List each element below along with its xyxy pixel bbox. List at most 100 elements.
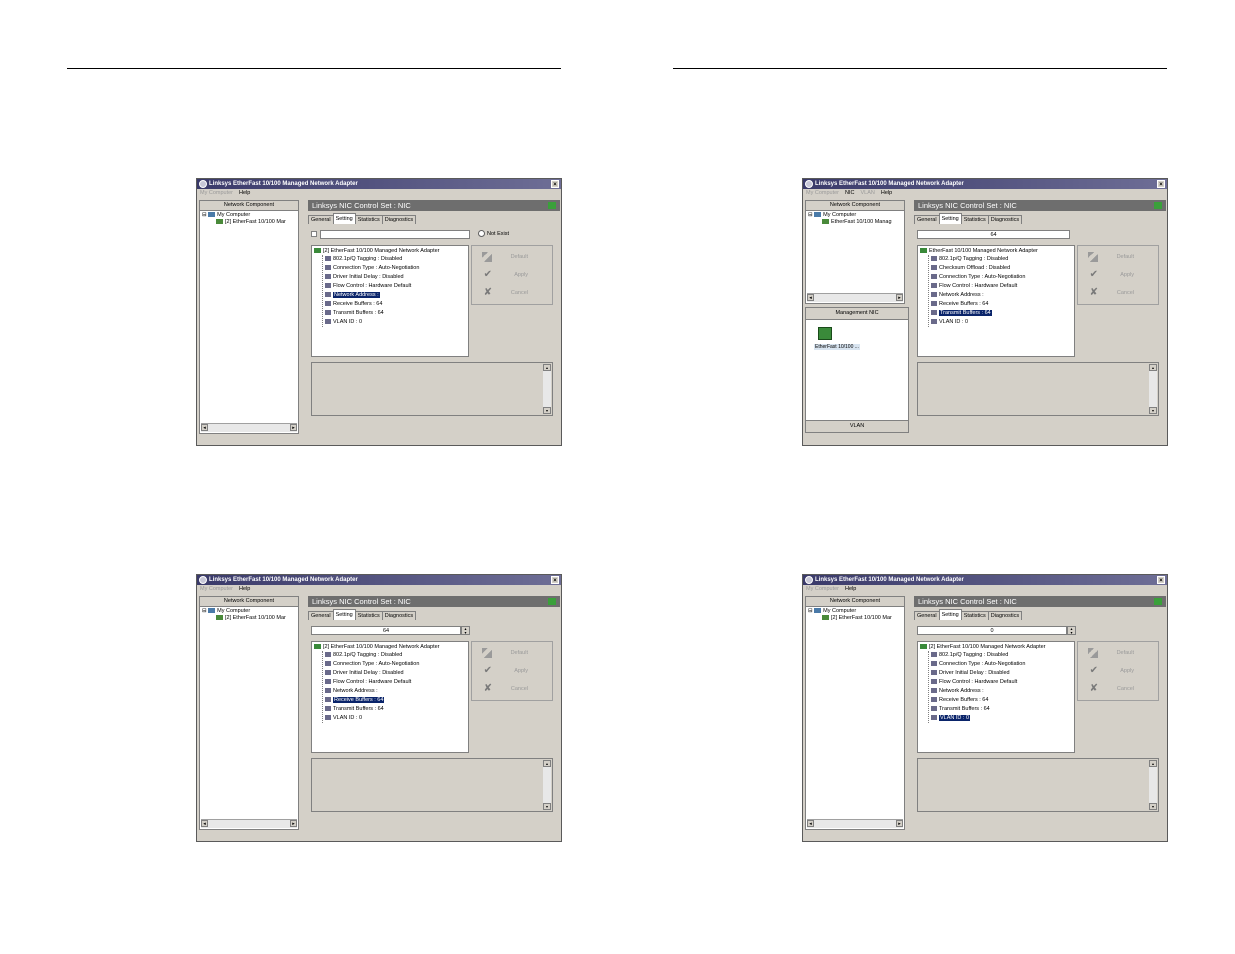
- setting-item[interactable]: Transmit Buffers : 64: [325, 705, 419, 714]
- setting-item[interactable]: Flow Control : Hardware Default: [931, 282, 1025, 291]
- setting-item[interactable]: Driver Initial Delay : Disabled: [325, 669, 419, 678]
- tree-item-adapter[interactable]: [2] EtherFast 10/100 Mar: [808, 615, 904, 622]
- setting-item[interactable]: 802.1p/Q Tagging : Disabled: [931, 651, 1025, 660]
- setting-item[interactable]: Network Address :: [931, 687, 1025, 696]
- scroll-down-icon[interactable]: ▾: [543, 803, 551, 810]
- setting-item[interactable]: Connection Type : Auto-Negotiation: [931, 273, 1025, 282]
- tree-item-adapter[interactable]: [2] EtherFast 10/100 Mar: [202, 615, 298, 622]
- tab-setting[interactable]: Setting: [332, 609, 356, 620]
- setting-item[interactable]: Transmit Buffers : 64: [931, 705, 1025, 714]
- menu-my-computer[interactable]: My Computer: [806, 190, 839, 196]
- scroll-left-icon[interactable]: ◂: [201, 424, 208, 431]
- horizontal-scrollbar[interactable]: ◂ ▸: [807, 819, 903, 828]
- tree-item-adapter[interactable]: EtherFast 10/100 Manag: [808, 219, 904, 226]
- tab-statistics[interactable]: Statistics: [960, 215, 989, 224]
- management-nic-label[interactable]: EtherFast 10/100 ...: [814, 344, 860, 350]
- value-checkbox[interactable]: [311, 231, 317, 237]
- vertical-scrollbar[interactable]: ▴ ▾: [1149, 364, 1157, 414]
- cancel-button[interactable]: ✘ Cancel: [476, 681, 550, 697]
- tab-statistics[interactable]: Statistics: [354, 611, 383, 620]
- value-input[interactable]: [320, 230, 470, 239]
- tab-setting[interactable]: Setting: [938, 213, 962, 224]
- tab-diagnostics[interactable]: Diagnostics: [987, 611, 1023, 620]
- default-button[interactable]: Default: [1082, 249, 1156, 265]
- menu-my-computer[interactable]: My Computer: [200, 586, 233, 592]
- setting-item[interactable]: Transmit Buffers : 64: [325, 309, 419, 318]
- scroll-right-icon[interactable]: ▸: [290, 424, 297, 431]
- tree-item-my-computer[interactable]: ⊟ My Computer: [202, 608, 298, 615]
- default-button[interactable]: Default: [476, 249, 550, 265]
- apply-button[interactable]: ✔ Apply: [1082, 267, 1156, 283]
- setting-item[interactable]: Checksum Offload : Disabled: [931, 264, 1025, 273]
- tab-statistics[interactable]: Statistics: [960, 611, 989, 620]
- menu-vlan[interactable]: VLAN: [861, 190, 875, 196]
- default-button[interactable]: Default: [476, 645, 550, 661]
- setting-item[interactable]: Network Address :: [325, 291, 419, 300]
- scroll-down-icon[interactable]: ▾: [1149, 803, 1157, 810]
- tab-setting[interactable]: Setting: [332, 213, 356, 224]
- setting-item[interactable]: VLAN ID : 0: [931, 318, 1025, 327]
- setting-item[interactable]: 802.1p/Q Tagging : Disabled: [931, 255, 1025, 264]
- scroll-up-icon[interactable]: ▴: [543, 760, 551, 767]
- scroll-up-icon[interactable]: ▴: [543, 364, 551, 371]
- scroll-right-icon[interactable]: ▸: [290, 820, 297, 827]
- tab-general[interactable]: General: [308, 611, 334, 620]
- close-icon[interactable]: ×: [551, 180, 559, 188]
- setting-item[interactable]: Receive Buffers : 64: [931, 696, 1025, 705]
- value-spinner[interactable]: ▴ ▾: [1067, 626, 1076, 635]
- setting-item[interactable]: Transmit Buffers : 64: [931, 309, 1025, 318]
- value-input[interactable]: 64: [917, 230, 1070, 239]
- tab-diagnostics[interactable]: Diagnostics: [987, 215, 1023, 224]
- vertical-scrollbar[interactable]: ▴ ▾: [543, 364, 551, 414]
- menu-nic[interactable]: NIC: [845, 190, 854, 196]
- value-input[interactable]: 0: [917, 626, 1067, 635]
- not-exist-radio[interactable]: Not Exist: [478, 230, 509, 238]
- setting-item[interactable]: Receive Buffers : 64: [325, 300, 419, 309]
- setting-item[interactable]: Flow Control : Hardware Default: [931, 678, 1025, 687]
- menu-help[interactable]: Help: [239, 586, 250, 592]
- setting-item[interactable]: 802.1p/Q Tagging : Disabled: [325, 651, 419, 660]
- value-input[interactable]: 64: [311, 626, 461, 635]
- close-icon[interactable]: ×: [1157, 180, 1165, 188]
- cancel-button[interactable]: ✘ Cancel: [1082, 285, 1156, 301]
- tree-item-my-computer[interactable]: ⊟ My Computer: [808, 212, 904, 219]
- setting-item[interactable]: Connection Type : Auto-Negotiation: [325, 264, 419, 273]
- tab-general[interactable]: General: [914, 215, 940, 224]
- setting-item[interactable]: Network Address :: [931, 291, 1025, 300]
- menu-my-computer[interactable]: My Computer: [806, 586, 839, 592]
- menu-help[interactable]: Help: [239, 190, 250, 196]
- tree-item-my-computer[interactable]: ⊟ My Computer: [808, 608, 904, 615]
- setting-item[interactable]: Receive Buffers : 64: [931, 300, 1025, 309]
- setting-item[interactable]: Flow Control : Hardware Default: [325, 282, 419, 291]
- menu-help[interactable]: Help: [845, 586, 856, 592]
- tab-statistics[interactable]: Statistics: [354, 215, 383, 224]
- setting-item[interactable]: Connection Type : Auto-Negotiation: [931, 660, 1025, 669]
- scroll-down-icon[interactable]: ▾: [1149, 407, 1157, 414]
- horizontal-scrollbar[interactable]: ◂ ▸: [201, 423, 297, 432]
- apply-button[interactable]: ✔ Apply: [1082, 663, 1156, 679]
- menu-help[interactable]: Help: [881, 190, 892, 196]
- setting-item[interactable]: Driver Initial Delay : Disabled: [325, 273, 419, 282]
- setting-item[interactable]: Driver Initial Delay : Disabled: [931, 669, 1025, 678]
- scroll-left-icon[interactable]: ◂: [807, 294, 814, 301]
- scroll-right-icon[interactable]: ▸: [896, 820, 903, 827]
- setting-item[interactable]: VLAN ID : 0: [325, 318, 419, 327]
- setting-item[interactable]: VLAN ID : 0: [931, 714, 1025, 723]
- scroll-left-icon[interactable]: ◂: [201, 820, 208, 827]
- tab-diagnostics[interactable]: Diagnostics: [381, 611, 417, 620]
- vertical-scrollbar[interactable]: ▴ ▾: [543, 760, 551, 810]
- scroll-up-icon[interactable]: ▴: [1149, 364, 1157, 371]
- scroll-down-icon[interactable]: ▾: [543, 407, 551, 414]
- setting-item[interactable]: Connection Type : Auto-Negotiation: [325, 660, 419, 669]
- setting-item[interactable]: 802.1p/Q Tagging : Disabled: [325, 255, 419, 264]
- tab-diagnostics[interactable]: Diagnostics: [381, 215, 417, 224]
- cancel-button[interactable]: ✘ Cancel: [476, 285, 550, 301]
- tab-general[interactable]: General: [308, 215, 334, 224]
- vlan-footer[interactable]: VLAN: [806, 420, 908, 432]
- setting-item[interactable]: Receive Buffers : 64: [325, 696, 419, 705]
- scroll-left-icon[interactable]: ◂: [807, 820, 814, 827]
- scroll-right-icon[interactable]: ▸: [896, 294, 903, 301]
- setting-item[interactable]: VLAN ID : 0: [325, 714, 419, 723]
- setting-item[interactable]: Network Address :: [325, 687, 419, 696]
- setting-item[interactable]: Flow Control : Hardware Default: [325, 678, 419, 687]
